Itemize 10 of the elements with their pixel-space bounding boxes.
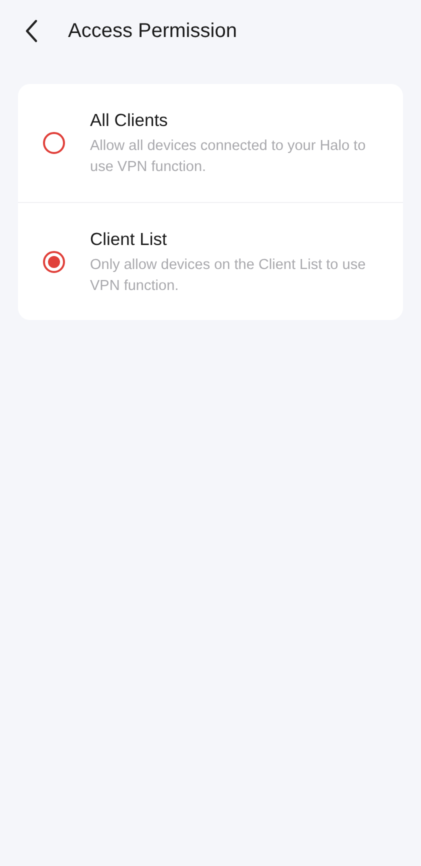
option-title: Client List [90, 228, 168, 250]
option-row[interactable]: Client List Only allow devices on the Client List to use VPN function. [18, 202, 403, 320]
page-title: Access Permission [68, 19, 237, 44]
option-description: Only allow devices on the Client List to use VPN function. [90, 256, 367, 296]
back-icon [24, 19, 38, 43]
option-row[interactable]: All Clients Allow all devices connected to your Halo to use VPN function. [18, 84, 403, 202]
radio-button[interactable] [43, 132, 65, 154]
option-title: All Clients [90, 109, 169, 132]
option-description: Allow all devices connected to your Halo to use VPN function. [90, 137, 367, 177]
radio-button[interactable] [43, 250, 65, 272]
